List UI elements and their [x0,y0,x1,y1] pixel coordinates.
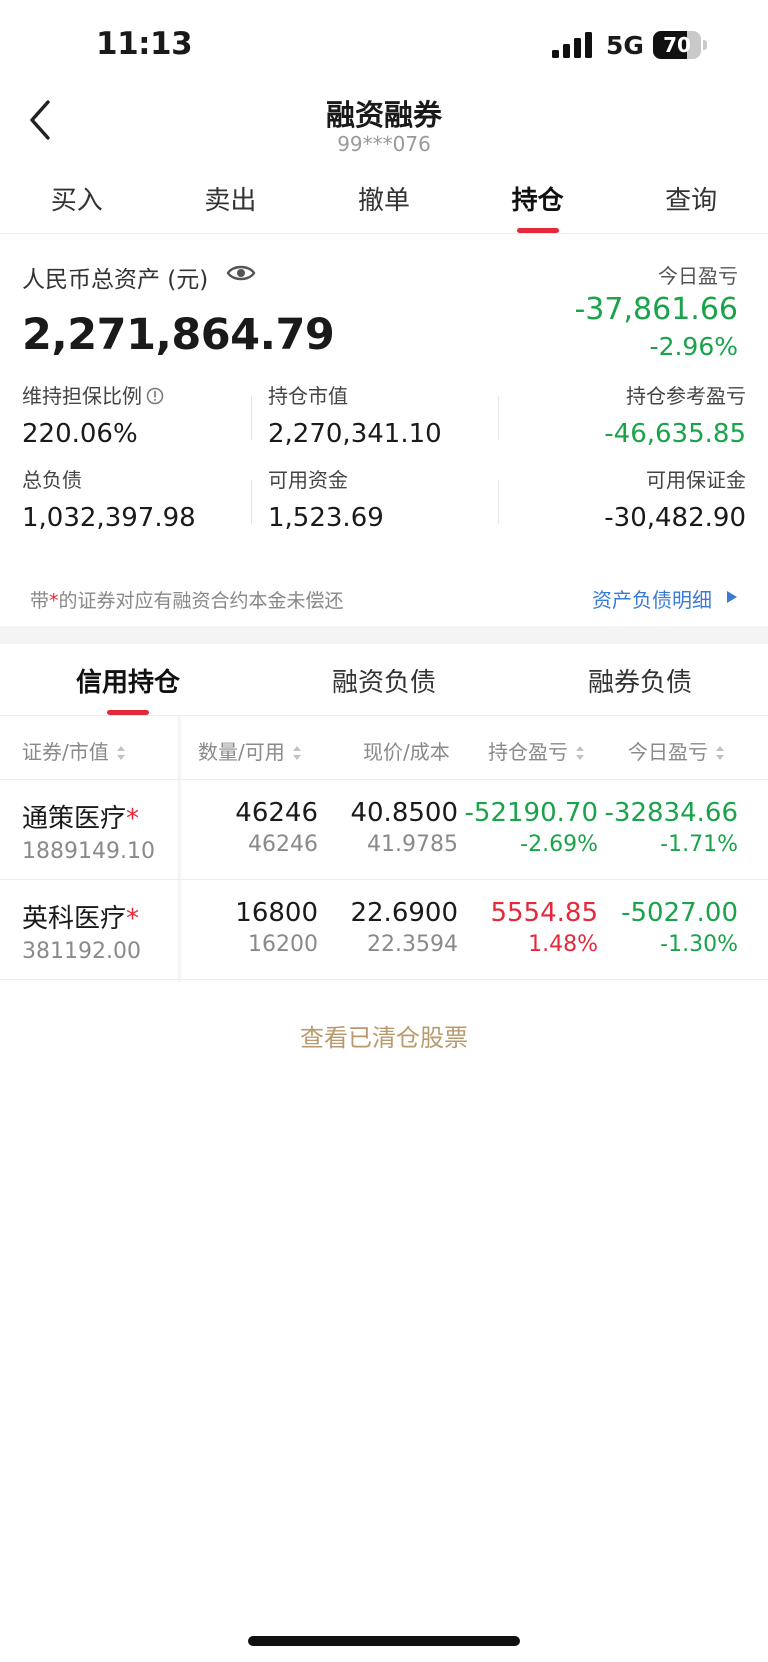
nav-header: 融资融券 99***076 [0,92,768,156]
table-header: 证券/市值 数量/可用 现价/成本 持仓盈亏 今日盈亏 [0,716,768,780]
available-margin-value: -30,482.90 [604,503,746,533]
available-margin: 可用保证金 -30,482.90 [604,464,746,533]
today-pl-value: -37,861.66 [574,292,738,327]
financing-note: 带*的证券对应有融资合约本金未偿还 [30,590,344,612]
available-cash-label: 可用资金 [268,468,348,492]
balance-detail-link[interactable]: 资产负债明细 [592,584,712,613]
eye-icon[interactable] [226,262,256,284]
status-time: 11:13 [96,26,193,62]
quantity-value: 46246 [235,798,318,828]
header-quantity[interactable]: 数量/可用 [198,736,301,765]
today-pl-percent: -2.96% [649,332,738,361]
market-value-value: 2,270,341.10 [268,419,442,449]
current-price: 22.6900 [350,898,458,928]
holdings-table: 证券/市值 数量/可用 现价/成本 持仓盈亏 今日盈亏 通策医疗* 188914… [0,716,768,982]
total-assets-value: 2,271,864.79 [22,310,335,360]
sort-icon [116,746,125,760]
current-price: 40.8500 [350,798,458,828]
tab-financing-liabilities[interactable]: 融资负债 [256,644,512,715]
info-icon[interactable] [146,387,164,405]
header-security[interactable]: 证券/市值 [22,736,125,765]
security-cell: 通策医疗* 1889149.10 [22,804,155,864]
reference-pl: 持仓参考盈亏 -46,635.85 [604,380,746,449]
total-assets-label: 人民币总资产 (元) [22,267,209,293]
quantity-value: 16800 [235,898,318,928]
signal-icon [552,32,592,58]
table-row[interactable]: 通策医疗* 1889149.10 46246 46246 40.8500 41.… [0,780,768,880]
header-price: 现价/成本 [363,740,450,764]
maintenance-ratio: 维持担保比例 220.06% [22,380,164,449]
holding-pl-cell: 5554.85 1.48% [490,898,598,957]
network-label: 5G [606,31,644,60]
today-pl-cell: -32834.66 -1.71% [605,798,738,857]
price-cell: 40.8500 41.9785 [350,798,458,857]
sort-icon [716,746,724,760]
account-number: 99***076 [337,132,431,156]
reference-pl-value: -46,635.85 [604,419,746,449]
available-margin-label: 可用保证金 [646,468,746,492]
available-value: 16200 [248,932,318,957]
tab-securities-lending-liabilities[interactable]: 融券负债 [512,644,768,715]
holding-pl-percent: 1.48% [528,932,598,957]
total-liabilities-label: 总负债 [22,468,82,492]
header-holding-pl[interactable]: 持仓盈亏 [488,736,584,765]
total-liabilities-value: 1,032,397.98 [22,503,196,533]
asset-summary: 人民币总资产 (元) 2,271,864.79 今日盈亏 -37,861.66 … [0,234,768,626]
security-name: 通策医疗 [22,804,127,834]
quantity-cell: 46246 46246 [235,798,318,857]
tab-query[interactable]: 查询 [614,172,768,233]
quantity-cell: 16800 16200 [235,898,318,957]
table-row[interactable]: 英科医疗* 381192.00 16800 16200 22.6900 22.3… [0,880,768,980]
reference-pl-label: 持仓参考盈亏 [626,384,746,408]
price-cell: 22.6900 22.3594 [350,898,458,957]
tab-holdings[interactable]: 持仓 [461,172,615,233]
cost-price: 41.9785 [367,832,458,857]
section-divider [0,626,768,644]
maintenance-ratio-value: 220.06% [22,419,138,449]
holding-pl-percent: -2.69% [520,832,598,857]
tab-sell[interactable]: 卖出 [154,172,308,233]
maintenance-ratio-label: 维持担保比例 [22,384,142,408]
total-liabilities: 总负债 1,032,397.98 [22,464,196,533]
cost-price: 22.3594 [367,932,458,957]
holding-pl-value: -52190.70 [464,798,598,828]
triangle-right-icon[interactable] [726,590,738,604]
tab-buy[interactable]: 买入 [0,172,154,233]
holding-tabs: 信用持仓 融资负债 融券负债 [0,644,768,716]
today-pl-row-value: -5027.00 [621,898,738,928]
today-pl-label: 今日盈亏 [658,264,738,288]
tab-credit-holdings[interactable]: 信用持仓 [0,644,256,715]
page-title: 融资融券 [325,98,442,132]
status-bar: 11:13 5G 70 [0,0,768,92]
view-cleared-stocks-link[interactable]: 查看已清仓股票 [0,1018,768,1053]
trade-tabs: 买入 卖出 撤单 持仓 查询 [0,172,768,234]
today-pl-cell: -5027.00 -1.30% [621,898,738,957]
holding-pl-value: 5554.85 [490,898,598,928]
security-market-value: 381192.00 [22,939,141,964]
available-value: 46246 [248,832,318,857]
credit-holdings-screen: 11:13 5G 70 融资融券 99***076 买入 卖出 撤单 持仓 查询 [0,0,768,1662]
today-pl-row-percent: -1.71% [660,832,738,857]
today-pl-row-percent: -1.30% [660,932,738,957]
security-cell: 英科医疗* 381192.00 [22,904,141,964]
market-value: 持仓市值 2,270,341.10 [268,380,442,449]
battery-percent: 70 [663,33,691,57]
available-cash-value: 1,523.69 [268,503,384,533]
sort-icon [292,746,301,760]
available-cash: 可用资金 1,523.69 [268,464,384,533]
sort-icon [576,746,584,760]
tab-cancel-order[interactable]: 撤单 [307,172,461,233]
battery-icon: 70 [653,31,707,59]
header-today-pl[interactable]: 今日盈亏 [628,736,724,765]
security-name: 英科医疗 [22,904,127,934]
today-pl-row-value: -32834.66 [604,798,738,828]
home-indicator[interactable] [248,1636,520,1646]
security-market-value: 1889149.10 [22,839,155,864]
market-value-label: 持仓市值 [268,384,348,408]
holding-pl-cell: -52190.70 -2.69% [465,798,598,857]
